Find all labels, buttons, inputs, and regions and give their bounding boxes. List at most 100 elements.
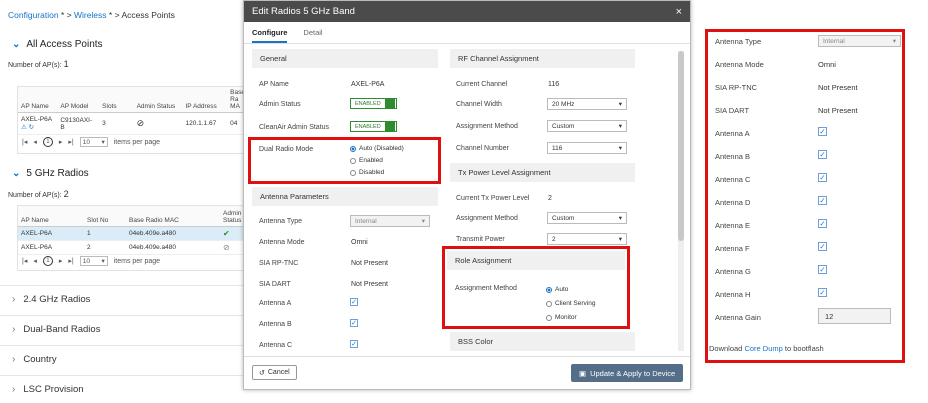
antenna-h-checkbox[interactable]: ✓ [818,288,827,297]
bss-color-header: BSS Color [450,332,635,351]
update-apply-button[interactable]: ▣ Update & Apply to Device [571,364,684,382]
radio-selected-icon [350,145,356,152]
antenna-b-checkbox[interactable]: ✓ [350,319,358,327]
antenna-e-label: Antenna E [715,221,751,230]
radio-label: Disabled [359,169,385,176]
radio-icon [546,314,552,321]
edit-radio-modal: Edit Radios 5 GHz Band × Configure Detai… [243,0,691,390]
ip-address: 120.1.1.67 [182,112,228,135]
antenna-b-label: Antenna B [715,152,751,161]
scrollbar-thumb[interactable] [678,51,684,241]
antenna-a-checkbox[interactable]: ✓ [818,127,827,136]
section-lsc-provision[interactable]: › LSC Provision [0,375,247,403]
antenna-gain-input[interactable]: 12 [818,308,891,324]
tab-configure[interactable]: Configure [252,28,288,43]
next-page-icon[interactable]: ▸ [59,257,63,265]
antenna-type-select[interactable]: Internal ▾ [818,35,901,47]
col-base-radio-mac[interactable]: Base Radio MAC [126,206,220,227]
dual-radio-option-disabled[interactable]: Disabled [350,169,384,176]
admin-status-label: Admin Status [259,101,301,108]
antenna-c-checkbox[interactable]: ✓ [350,340,358,348]
breadcrumb-wireless[interactable]: Wireless [74,10,107,20]
role-option-client-serving[interactable]: Client Serving [546,300,595,307]
download-core-dump: Download Core Dump to bootflash [709,344,824,353]
antenna-mode-value: Omni [818,60,836,69]
table-row[interactable]: AXEL-P6A ⚠ ↻ C9130AXI-B 3 ⊘ 120.1.1.67 04 [18,112,248,135]
section-country[interactable]: › Country [0,345,247,373]
core-dump-link[interactable]: Core Dump [744,344,782,353]
antenna-c-checkbox[interactable]: ✓ [818,173,827,182]
transmit-power-label: Transmit Power [456,236,505,243]
antenna-b-checkbox[interactable]: ✓ [818,150,827,159]
tx-power-header: Tx Power Level Assignment [450,163,635,182]
role-assignment-header: Role Assignment [447,251,625,270]
role-option-auto[interactable]: Auto [546,286,568,293]
channel-width-select[interactable]: 20 MHz ▾ [547,98,627,110]
sia-rp-tnc-label: SIA RP-TNC [259,260,299,267]
scrollbar[interactable] [678,51,684,351]
footer-divider [244,356,690,357]
antenna-a-checkbox[interactable]: ✓ [350,298,358,306]
last-page-icon[interactable]: ▸| [68,257,73,265]
close-icon[interactable]: × [676,6,682,18]
role-option-monitor[interactable]: Monitor [546,314,577,321]
modal-title: Edit Radios 5 GHz Band [252,6,355,17]
transmit-power-select[interactable]: 2 ▾ [547,233,627,245]
breadcrumb-sep: * > [108,10,120,20]
breadcrumb-access-points: Access Points [121,10,175,20]
tx-assignment-method-select[interactable]: Custom ▾ [547,212,627,224]
col-admin-status[interactable]: Admin Status [133,87,183,113]
section-title: 2.4 GHz Radios [23,294,91,305]
5ghz-ap-count: Number of AP(s): 2 [8,189,69,199]
caret-down-icon: ▾ [618,215,622,222]
breadcrumb-configuration[interactable]: Configuration [8,10,59,20]
undo-icon: ↺ [259,369,265,377]
col-ap-name[interactable]: AP Name [18,206,84,227]
table-row[interactable]: AXEL-P6A 2 04eb.409e.a480 ⊘ [18,240,248,255]
col-ip-address[interactable]: IP Address [182,87,228,113]
channel-number-label: Channel Number [456,145,509,152]
page-number[interactable]: 1 [42,256,53,266]
dual-radio-option-auto[interactable]: Auto (Disabled) [350,145,404,152]
prev-page-icon[interactable]: ◂ [33,138,37,146]
tab-detail[interactable]: Detail [303,28,322,43]
antenna-type-select[interactable]: Internal ▾ [350,215,430,227]
ap-name-link[interactable]: AXEL-P6A [21,116,52,123]
rf-assignment-method-select[interactable]: Custom ▾ [547,120,627,132]
dual-radio-option-enabled[interactable]: Enabled [350,157,383,164]
first-page-icon[interactable]: |◂ [22,257,27,265]
table-row[interactable]: AXEL-P6A 1 04eb.409e.a480 ✔ [18,226,248,241]
antenna-g-checkbox[interactable]: ✓ [818,265,827,274]
col-ap-model[interactable]: AP Model [57,87,100,113]
col-ap-name[interactable]: AP Name [18,87,58,113]
page-number[interactable]: 1 [42,137,53,147]
ap-name-label: AP Name [259,81,289,88]
section-2-4ghz[interactable]: › 2.4 GHz Radios [0,285,247,313]
per-page-label: items per page [113,257,161,265]
5ghz-radios-header[interactable]: ⌄ 5 GHz Radios [12,168,89,179]
antenna-e-checkbox[interactable]: ✓ [818,219,827,228]
radio-icon [350,169,356,176]
antenna-g-label: Antenna G [715,267,751,276]
channel-number-select[interactable]: 116 ▾ [547,142,627,154]
cleanair-status-toggle[interactable]: ENABLED [350,121,397,132]
prev-page-icon[interactable]: ◂ [33,257,37,265]
select-value: Internal [355,217,377,225]
col-slots[interactable]: Slots [99,87,134,113]
ap-name[interactable]: AXEL-P6A [18,240,84,255]
admin-status-toggle[interactable]: ENABLED [350,98,397,109]
per-page-select[interactable]: 10 ▾ [79,256,108,266]
last-page-icon[interactable]: ▸| [68,138,73,146]
per-page-select[interactable]: 10 ▾ [79,137,108,147]
col-slot-no[interactable]: Slot No [84,206,126,227]
antenna-d-checkbox[interactable]: ✓ [818,196,827,205]
section-dual-band[interactable]: › Dual-Band Radios [0,315,247,343]
ap-name[interactable]: AXEL-P6A [18,226,84,241]
radio-label: Monitor [555,314,577,321]
sia-rp-tnc-value: Not Present [351,260,388,267]
cancel-button[interactable]: ↺ Cancel [252,365,297,380]
antenna-f-checkbox[interactable]: ✓ [818,242,827,251]
all-access-points-header[interactable]: ⌄ All Access Points [12,39,103,50]
first-page-icon[interactable]: |◂ [22,138,27,146]
next-page-icon[interactable]: ▸ [59,138,63,146]
